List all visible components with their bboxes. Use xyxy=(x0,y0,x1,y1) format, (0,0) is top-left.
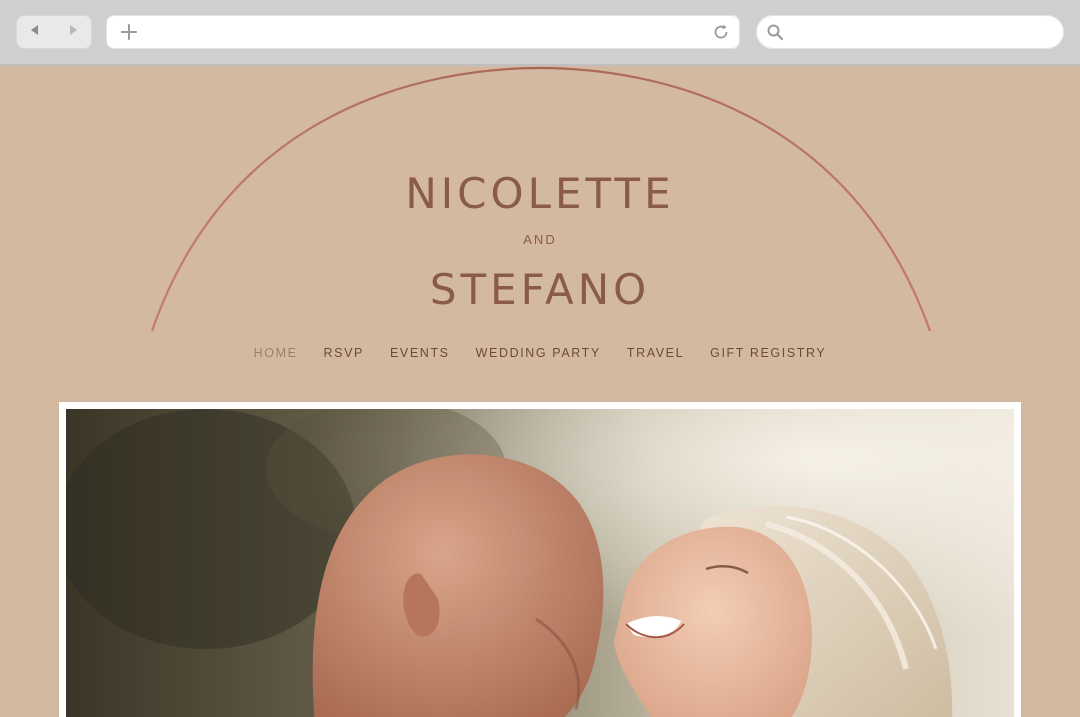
wedding-website: NICOLETTE AND STEFANO HOME RSVP EVENTS W… xyxy=(0,66,1080,717)
nav-item-home[interactable]: HOME xyxy=(254,346,298,360)
nav-item-travel[interactable]: TRAVEL xyxy=(627,346,684,360)
nav-item-events[interactable]: EVENTS xyxy=(390,346,450,360)
reload-icon[interactable] xyxy=(710,21,732,43)
search-icon xyxy=(764,21,786,43)
photo-frame xyxy=(59,402,1021,717)
nav-item-gift-registry[interactable]: GIFT REGISTRY xyxy=(710,346,826,360)
bride-name: NICOLETTE xyxy=(405,169,675,218)
forward-button[interactable] xyxy=(54,15,92,49)
address-bar[interactable] xyxy=(106,15,740,49)
back-button[interactable] xyxy=(16,15,54,49)
back-arrow-icon xyxy=(28,23,42,42)
groom-name: STEFANO xyxy=(429,265,651,314)
nav-item-wedding-party[interactable]: WEDDING PARTY xyxy=(476,346,601,360)
site-navigation: HOME RSVP EVENTS WEDDING PARTY TRAVEL GI… xyxy=(0,346,1080,360)
forward-arrow-icon xyxy=(66,23,80,42)
plus-icon[interactable] xyxy=(118,21,140,43)
couple-photo xyxy=(66,409,1014,717)
navigation-buttons xyxy=(16,15,92,49)
browser-toolbar xyxy=(0,0,1080,64)
couple-names: NICOLETTE AND STEFANO xyxy=(0,170,1080,314)
search-bar[interactable] xyxy=(756,15,1064,49)
conjunction-text: AND xyxy=(523,232,557,247)
nav-item-rsvp[interactable]: RSVP xyxy=(324,346,364,360)
